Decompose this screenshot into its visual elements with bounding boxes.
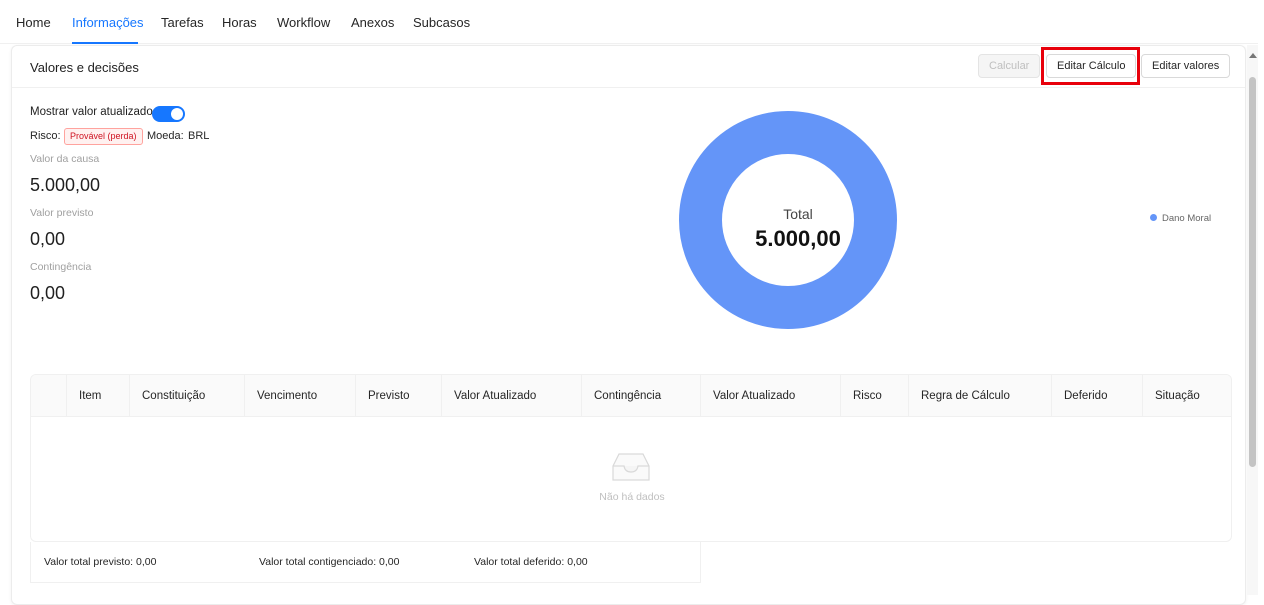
show-updated-value-switch[interactable]	[152, 106, 185, 122]
active-tab-indicator	[72, 42, 138, 44]
tab-subcasos[interactable]: Subcasos	[413, 15, 470, 30]
valor-previsto-value: 0,00	[30, 229, 66, 249]
card-title: Valores e decisões	[30, 60, 139, 75]
table-header: Item Constituição Vencimento Previsto Va…	[31, 375, 1231, 417]
risk-tag: Provável (perda)	[64, 128, 143, 145]
values-table: Item Constituição Vencimento Previsto Va…	[30, 374, 1232, 542]
tab-informacoes[interactable]: Informações	[72, 15, 144, 30]
total-previsto: Valor total previsto: 0,00	[44, 556, 157, 568]
chart-legend-item[interactable]: Dano Moral	[1150, 213, 1211, 224]
highlight-box	[1041, 47, 1140, 85]
editar-valores-button[interactable]: Editar valores	[1141, 54, 1231, 78]
column-divider	[355, 375, 356, 417]
top-tab-bar: Home Informações Tarefas Horas Workflow …	[0, 0, 1258, 44]
scroll-up-icon[interactable]	[1249, 53, 1257, 58]
currency-label: Moeda:	[147, 130, 184, 142]
column-divider	[700, 375, 701, 417]
totals-footer: Valor total previsto: 0,00 Valor total c…	[30, 542, 701, 583]
donut-center-value: 5.000,00	[755, 226, 841, 251]
column-divider	[581, 375, 582, 417]
tab-anexos[interactable]: Anexos	[351, 15, 394, 30]
valor-causa-value: 5.000,00	[30, 175, 101, 195]
calcular-button[interactable]: Calcular	[978, 54, 1041, 78]
empty-inbox-icon	[612, 453, 650, 481]
col-regra-calculo: Regra de Cálculo	[921, 390, 1010, 402]
tab-tarefas[interactable]: Tarefas	[161, 15, 204, 30]
col-previsto: Previsto	[368, 390, 410, 402]
vertical-scrollbar[interactable]	[1247, 45, 1258, 595]
legend-dot-icon	[1150, 214, 1157, 221]
col-item: Item	[79, 390, 102, 402]
card-header: Valores e decisões Calcular Editar Cálcu…	[12, 46, 1245, 88]
column-divider	[244, 375, 245, 417]
contingencia-label: Contingência	[30, 261, 92, 273]
donut-center-label: Total	[783, 206, 813, 222]
valor-causa-label: Valor da causa	[30, 153, 100, 165]
column-divider	[441, 375, 442, 417]
total-deferido: Valor total deferido: 0,00	[474, 556, 588, 568]
column-divider	[1142, 375, 1143, 417]
scroll-thumb[interactable]	[1249, 77, 1256, 467]
contingencia-value: 0,00	[30, 283, 66, 303]
column-divider	[908, 375, 909, 417]
valor-previsto-label: Valor previsto	[30, 207, 94, 219]
tab-horas[interactable]: Horas	[222, 15, 257, 30]
col-valor-atualizado: Valor Atualizado	[454, 390, 537, 402]
toggle-label: Mostrar valor atualizado	[30, 106, 153, 118]
col-vencimento: Vencimento	[257, 390, 318, 402]
empty-state-text: Não há dados	[599, 491, 665, 503]
valores-decisoes-card: Valores e decisões Calcular Editar Cálcu…	[11, 45, 1246, 605]
col-constituicao: Constituição	[142, 390, 206, 402]
column-divider	[129, 375, 130, 417]
column-divider	[1051, 375, 1052, 417]
total-contingenciado: Valor total contigenciado: 0,00	[259, 556, 400, 568]
col-situacao: Situação	[1155, 390, 1200, 402]
column-divider	[66, 375, 67, 417]
col-contingencia: Contingência	[594, 390, 662, 402]
tab-workflow[interactable]: Workflow	[277, 15, 330, 30]
tab-home[interactable]: Home	[16, 15, 51, 30]
col-deferido: Deferido	[1064, 390, 1108, 402]
column-divider	[840, 375, 841, 417]
col-valor-atualizado-2: Valor Atualizado	[713, 390, 796, 402]
currency-value: BRL	[188, 130, 210, 142]
legend-label: Dano Moral	[1162, 213, 1212, 224]
risk-label: Risco:	[30, 130, 61, 142]
col-risco: Risco	[853, 390, 882, 402]
